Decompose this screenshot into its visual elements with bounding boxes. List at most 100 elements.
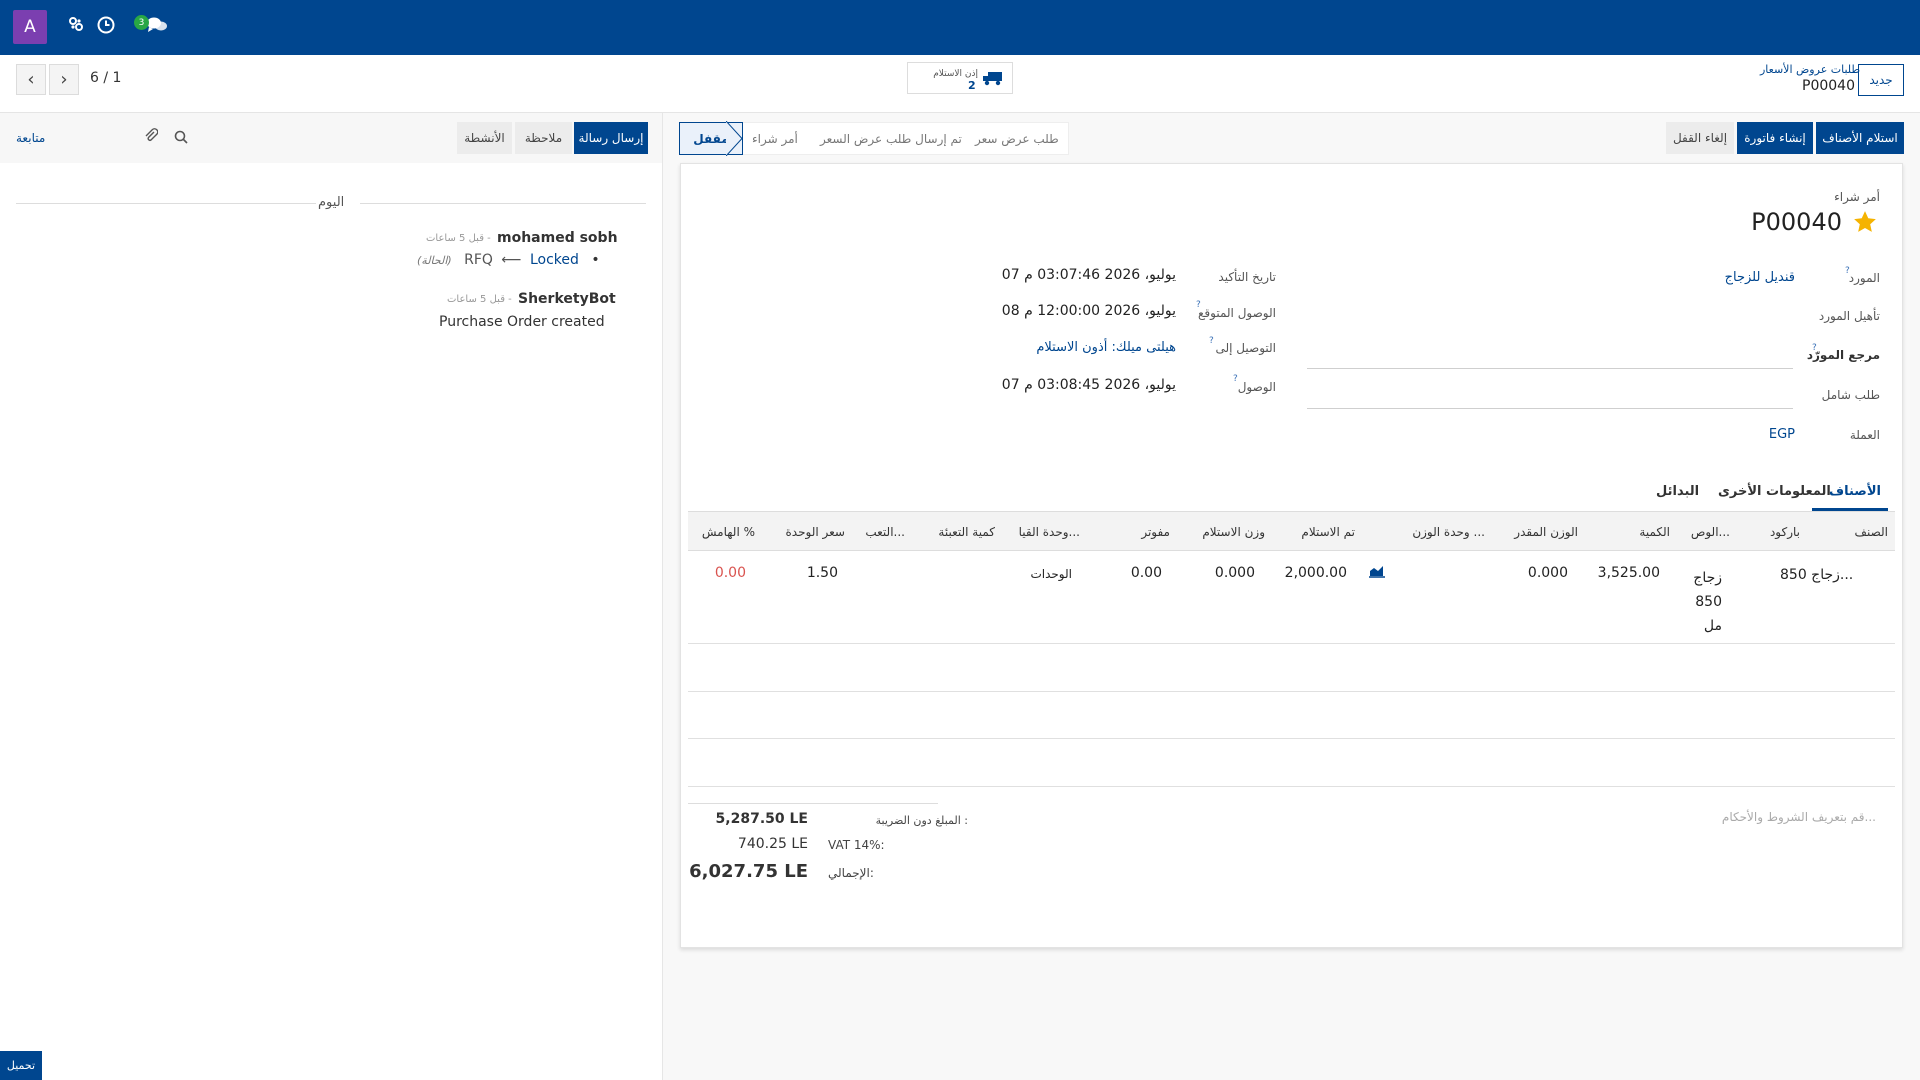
help-icon: ?	[1233, 374, 1238, 384]
cell-received[interactable]: 2,000.00	[1270, 565, 1347, 581]
cell-received-weight[interactable]: 0.000	[1190, 565, 1255, 581]
help-icon: ?	[1812, 343, 1817, 353]
forecast-chart-icon[interactable]	[1369, 563, 1385, 582]
col-product[interactable]: الصنف	[1826, 525, 1888, 539]
user-avatar[interactable]: A	[13, 10, 47, 44]
vat-label: VAT 14%:	[828, 838, 885, 852]
search-icon[interactable]	[174, 129, 188, 148]
chevron-right-icon: ›	[60, 69, 68, 90]
today-label: اليوم	[318, 195, 345, 210]
tracking-old: RFQ	[464, 252, 493, 268]
blanket-order-input[interactable]	[1307, 408, 1793, 409]
col-received[interactable]: تم الاستلام	[1290, 525, 1355, 539]
document-type-label: أمر شراء	[1834, 190, 1880, 204]
chevron-left-icon: ‹	[27, 69, 35, 90]
col-barcode[interactable]: باركود	[1732, 525, 1800, 539]
upload-button[interactable]: تحميل	[0, 1051, 42, 1080]
unlock-button[interactable]: إلغاء القفل	[1666, 122, 1734, 154]
arrow-icon: ⟵	[501, 252, 522, 268]
cell-billed: 0.00	[1130, 565, 1162, 581]
create-bill-button[interactable]: إنشاء فاتورة	[1737, 122, 1813, 154]
cell-unit-price[interactable]: 1.50	[790, 565, 838, 581]
vat-value: 740.25 LE	[737, 836, 808, 852]
col-weight-unit[interactable]: وحدة الوزن ...	[1400, 525, 1485, 539]
untaxed-label: المبلغ دون الضريبة :	[875, 814, 968, 827]
pager-next-button[interactable]: ›	[49, 64, 79, 95]
chat-icon[interactable]	[146, 16, 168, 39]
send-message-button[interactable]: إرسال رسالة	[574, 122, 648, 154]
pager-previous-button[interactable]: ‹	[16, 64, 46, 95]
message-author[interactable]: SherketyBot	[518, 291, 616, 307]
col-packaging-qty[interactable]: كمية التعبئة	[925, 525, 995, 539]
follow-button[interactable]: متابعة	[16, 131, 45, 145]
confirmation-date-label: تاريخ التأكيد	[1218, 270, 1276, 284]
tab-products[interactable]: الأصناف	[1829, 484, 1881, 499]
vendor-reference-label: مرجع المورّد	[1806, 348, 1880, 362]
paperclip-icon[interactable]	[144, 128, 159, 148]
col-uom[interactable]: وحدة القيا...	[1010, 525, 1080, 539]
vendor-field[interactable]: قنديل للزجاج	[1600, 270, 1795, 285]
breadcrumb-parent[interactable]: طلبات عروض الأسعار	[1760, 63, 1860, 76]
message-time: قبل 5 ساعات -	[447, 294, 512, 305]
breadcrumb-current: P00040	[1802, 78, 1855, 94]
tracking-line: (الحالة) RFQ ⟵ Locked •	[417, 252, 600, 268]
receive-products-button[interactable]: استلام الأصناف	[1816, 122, 1904, 154]
cell-quantity[interactable]: 3,525.00	[1580, 565, 1660, 581]
stage-rfq-sent[interactable]: تم إرسال طلب عرض السعر	[820, 122, 962, 155]
cell-description[interactable]: زجاج 850 مل	[1690, 566, 1722, 638]
deliver-to-value[interactable]: هيلتى ميلك: أذون الاستلام	[900, 340, 1176, 355]
tab-active-indicator	[1812, 508, 1888, 511]
arrival-value: 07 يوليو، 2026 03:08:45 م	[1001, 377, 1176, 393]
cell-uom[interactable]: الوحدات	[1000, 567, 1072, 581]
star-icon[interactable]	[1852, 209, 1878, 239]
total-value: 6,027.75 LE	[689, 861, 808, 882]
receipt-smart-button[interactable]: إذن الاستلام 2	[907, 62, 1013, 94]
currency-field[interactable]: EGP	[1700, 427, 1795, 442]
activities-button[interactable]: الأنشطة	[457, 122, 512, 154]
top-navbar: A 3	[0, 0, 1920, 55]
help-icon: ?	[1196, 300, 1201, 310]
tab-other-info[interactable]: المعلومات الأخرى	[1718, 484, 1831, 499]
stage-arrow-icon	[726, 121, 743, 156]
confirmation-date-value: 07 يوليو، 2026 03:07:46 م	[1001, 267, 1176, 283]
currency-label: العملة	[1849, 428, 1880, 442]
stage-purchase-order[interactable]: أمر شراء	[752, 122, 798, 155]
vendor-reference-input[interactable]	[1307, 368, 1793, 369]
col-billed[interactable]: مفوتر	[1120, 525, 1170, 539]
notification-badge: 3	[134, 15, 149, 30]
vendor-qualification-label: تأهيل المورد	[1818, 309, 1880, 323]
po-number: P00040	[1751, 208, 1842, 236]
blanket-order-label: طلب شامل	[1821, 388, 1880, 402]
help-icon: ?	[1845, 266, 1850, 276]
expected-arrival-label: الوصول المتوقع	[1198, 306, 1276, 320]
apps-icon[interactable]	[68, 16, 84, 37]
total-label: الإجمالي:	[828, 866, 874, 880]
tab-alternatives[interactable]: البدائل	[1656, 484, 1699, 499]
cell-estimated-weight[interactable]: 0.000	[1500, 565, 1568, 581]
untaxed-value: 5,287.50 LE	[715, 811, 808, 827]
col-packaging[interactable]: التعب...	[865, 525, 905, 539]
message-time: قبل 5 ساعات -	[426, 233, 491, 244]
expected-arrival-value[interactable]: 08 يوليو، 2026 12:00:00 م	[900, 303, 1176, 319]
col-unit-price[interactable]: سعر الوحدة	[785, 525, 845, 539]
new-button[interactable]: جديد	[1858, 64, 1904, 96]
tracking-field: (الحالة)	[417, 254, 452, 267]
tracking-new: Locked	[529, 252, 579, 268]
pager-value[interactable]: 6 / 1	[90, 70, 121, 86]
message-body: Purchase Order created	[439, 314, 605, 330]
col-description[interactable]: الوص...	[1690, 525, 1730, 539]
terms-input[interactable]: قم بتعريف الشروط والأحكام...	[1420, 810, 1876, 824]
deliver-to-label: التوصيل إلى	[1215, 341, 1276, 355]
col-margin[interactable]: الهامش %	[700, 525, 755, 539]
col-received-weight[interactable]: وزن الاستلام	[1195, 525, 1265, 539]
col-estimated-weight[interactable]: الوزن المقدر	[1500, 525, 1578, 539]
col-quantity[interactable]: الكمية	[1600, 525, 1670, 539]
today-divider-right	[360, 203, 646, 204]
clock-icon[interactable]	[97, 16, 115, 39]
help-icon: ?	[1209, 336, 1214, 346]
log-note-button[interactable]: ملاحظة	[515, 122, 572, 154]
receipt-label: إذن الاستلام	[933, 69, 978, 79]
message-author[interactable]: mohamed sobh	[497, 230, 618, 246]
stage-rfq[interactable]: طلب عرض سعر	[975, 122, 1059, 155]
cell-product[interactable]: زجاج 850...	[1780, 567, 1853, 583]
